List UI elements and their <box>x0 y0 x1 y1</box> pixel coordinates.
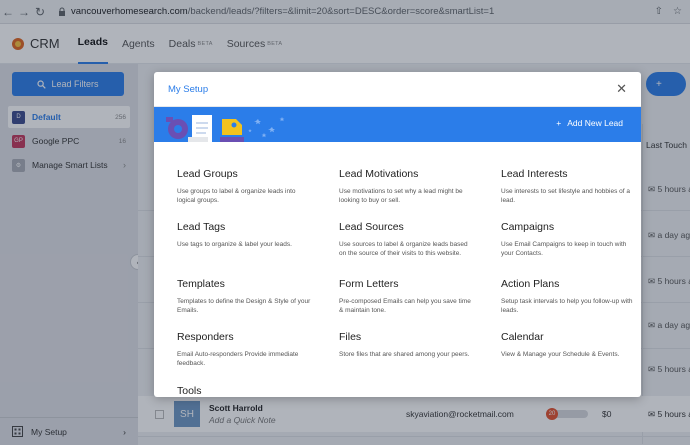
setup-card-files[interactable]: Files Store files that are shared among y… <box>339 331 474 359</box>
card-title: Form Letters <box>339 278 399 290</box>
card-desc: Use sources to label & organize leads ba… <box>339 241 468 257</box>
card-desc: Store files that are shared among your p… <box>339 351 470 358</box>
setup-card-campaigns[interactable]: Campaigns Use Email Campaigns to keep in … <box>501 221 636 258</box>
card-desc: View & Manage your Schedule & Events. <box>501 351 620 358</box>
setup-card-lead-sources[interactable]: Lead Sources Use sources to label & organ… <box>339 221 474 258</box>
card-desc: Use interests to set lifestyle and hobbi… <box>501 188 630 204</box>
setup-illustration <box>166 115 285 142</box>
my-setup-modal: My Setup ✕ + Add New Lead Lead Groups Use … <box>154 72 641 397</box>
setup-card-lead-interests[interactable]: Lead Interests Use interests to set lifes… <box>501 168 636 205</box>
setup-card-responders[interactable]: Responders Email Auto-responders Provide … <box>177 331 312 368</box>
setup-card-form-letters[interactable]: Form Letters Pre-composed Emails can help… <box>339 278 474 315</box>
modal-header: My Setup ✕ <box>154 72 641 107</box>
card-title: Templates <box>177 278 225 290</box>
add-new-lead-button[interactable]: + Add New Lead <box>556 118 623 128</box>
card-desc: Use motivations to set why a lead might … <box>339 188 463 204</box>
card-title: Action Plans <box>501 278 560 290</box>
setup-banner: + Add New Lead <box>154 107 641 142</box>
card-desc: Email Auto-responders Provide immediate … <box>177 351 299 367</box>
setup-card-calendar[interactable]: Calendar View & Manage your Schedule & Ev… <box>501 331 636 359</box>
close-icon[interactable]: ✕ <box>616 81 627 97</box>
card-desc: Templates to define the Design & Style o… <box>177 298 311 314</box>
card-desc: Pre-composed Emails can help you save ti… <box>339 298 471 314</box>
setup-card-action-plans[interactable]: Action Plans Setup task intervals to help… <box>501 278 636 315</box>
card-title: Campaigns <box>501 221 555 233</box>
setup-card-lead-groups[interactable]: Lead Groups Use groups to label & organiz… <box>177 168 312 205</box>
card-desc: Use groups to label & organize leads int… <box>177 188 296 204</box>
card-title: Lead Interests <box>501 168 568 180</box>
card-title: Files <box>339 331 362 343</box>
plus-icon: + <box>556 118 562 128</box>
card-title: Tools <box>177 385 202 397</box>
card-title: Lead Groups <box>177 168 238 180</box>
card-title: Lead Motivations <box>339 168 419 180</box>
card-desc: Use tags to organize & label your leads. <box>177 241 292 248</box>
card-desc: Setup task intervals to help you follow-… <box>501 298 633 314</box>
card-title: Lead Sources <box>339 221 404 233</box>
card-title: Responders <box>177 331 234 343</box>
card-title: Lead Tags <box>177 221 226 233</box>
modal-title: My Setup <box>168 83 209 95</box>
setup-card-tools[interactable]: Tools <box>177 385 312 397</box>
setup-card-templates[interactable]: Templates Templates to define the Design … <box>177 278 312 315</box>
setup-grid: Lead Groups Use groups to label & organiz… <box>154 142 641 397</box>
card-desc: Use Email Campaigns to keep in touch wit… <box>501 241 627 257</box>
setup-card-lead-tags[interactable]: Lead Tags Use tags to organize & label yo… <box>177 221 312 249</box>
card-title: Calendar <box>501 331 544 343</box>
setup-card-lead-motivations[interactable]: Lead Motivations Use motivations to set w… <box>339 168 474 205</box>
add-new-lead-label: Add New Lead <box>567 118 623 128</box>
